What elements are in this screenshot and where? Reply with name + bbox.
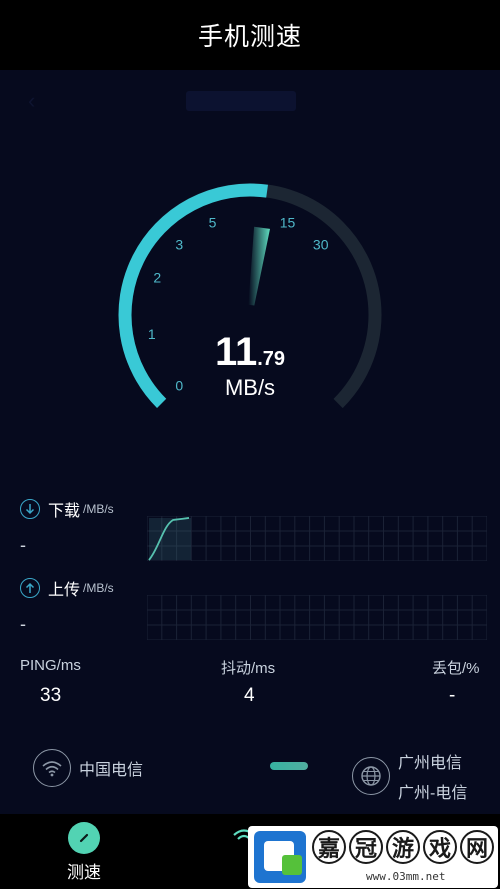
- watermark-url: www.03mm.net: [366, 870, 446, 883]
- isp-left-name: 中国电信: [79, 762, 144, 779]
- download-arrow-icon: [20, 499, 40, 519]
- page-title: 手机测速: [197, 23, 302, 51]
- download-value: -: [20, 535, 26, 555]
- upload-arrow-icon: [20, 578, 40, 598]
- loss-value: -: [449, 685, 456, 706]
- jitter-value: 4: [244, 685, 255, 706]
- stats-row: PING/ms 33 抖动/ms 4 丢包/% -: [0, 657, 500, 707]
- upload-value: -: [20, 614, 26, 634]
- globe-icon: [352, 757, 390, 795]
- tab-speed-label: 测速: [67, 863, 101, 882]
- loss-label: 丢包/%: [432, 660, 480, 677]
- speed-readout: 11.79: [0, 330, 500, 375]
- isp-right[interactable]: 广州电信 广州-电信: [352, 749, 467, 803]
- upload-chart: [147, 595, 487, 640]
- watermark-logo: [254, 831, 306, 883]
- download-label: 下载: [48, 503, 81, 520]
- ping-value: 33: [40, 685, 62, 706]
- speedometer-icon: [68, 822, 100, 854]
- tab-speed-test[interactable]: 测速: [58, 822, 110, 883]
- gauge-needle: [248, 226, 270, 306]
- gauge-tick-label: 5: [209, 214, 217, 230]
- upload-label: 上传: [48, 582, 81, 599]
- progress-indicator: [270, 762, 308, 770]
- download-label-row: 下载 /MB/s: [20, 497, 114, 521]
- upload-unit: /MB/s: [83, 581, 114, 595]
- ping-label: PING/ms: [20, 657, 81, 674]
- jitter-label: 抖动/ms: [221, 660, 276, 677]
- speed-value-decimal: .79: [257, 348, 286, 370]
- download-chart: [147, 516, 487, 561]
- watermark-char: 戏: [423, 830, 457, 864]
- download-unit: /MB/s: [83, 502, 114, 516]
- watermark-char: 网: [460, 830, 494, 864]
- speed-unit: MB/s: [224, 375, 276, 400]
- isp-right-line2: 广州-电信: [398, 785, 468, 802]
- gauge-tick-label: 15: [280, 214, 296, 230]
- ghost-back-icon: ‹: [28, 88, 36, 113]
- download-fill: [149, 518, 191, 560]
- isp-right-line1: 广州电信: [398, 755, 463, 772]
- ghost-toolbar-placeholder: [186, 86, 306, 116]
- isp-left[interactable]: 中国电信: [33, 749, 143, 787]
- watermark-char: 嘉: [312, 830, 346, 864]
- watermark-badge: 嘉 冠 游 戏 网 www.03mm.net: [248, 826, 498, 888]
- gauge-tick-label: 2: [153, 270, 161, 286]
- wifi-icon: [33, 749, 71, 787]
- title-bar: 手机测速: [0, 0, 500, 70]
- upload-label-row: 上传 /MB/s: [20, 576, 114, 600]
- watermark-chars: 嘉 冠 游 戏 网: [312, 830, 494, 864]
- speed-value-integer: 11: [214, 330, 258, 374]
- watermark-char: 游: [386, 830, 420, 864]
- watermark-char: 冠: [349, 830, 383, 864]
- gauge-tick-label: 30: [313, 236, 329, 252]
- gauge-tick-label: 3: [175, 236, 183, 252]
